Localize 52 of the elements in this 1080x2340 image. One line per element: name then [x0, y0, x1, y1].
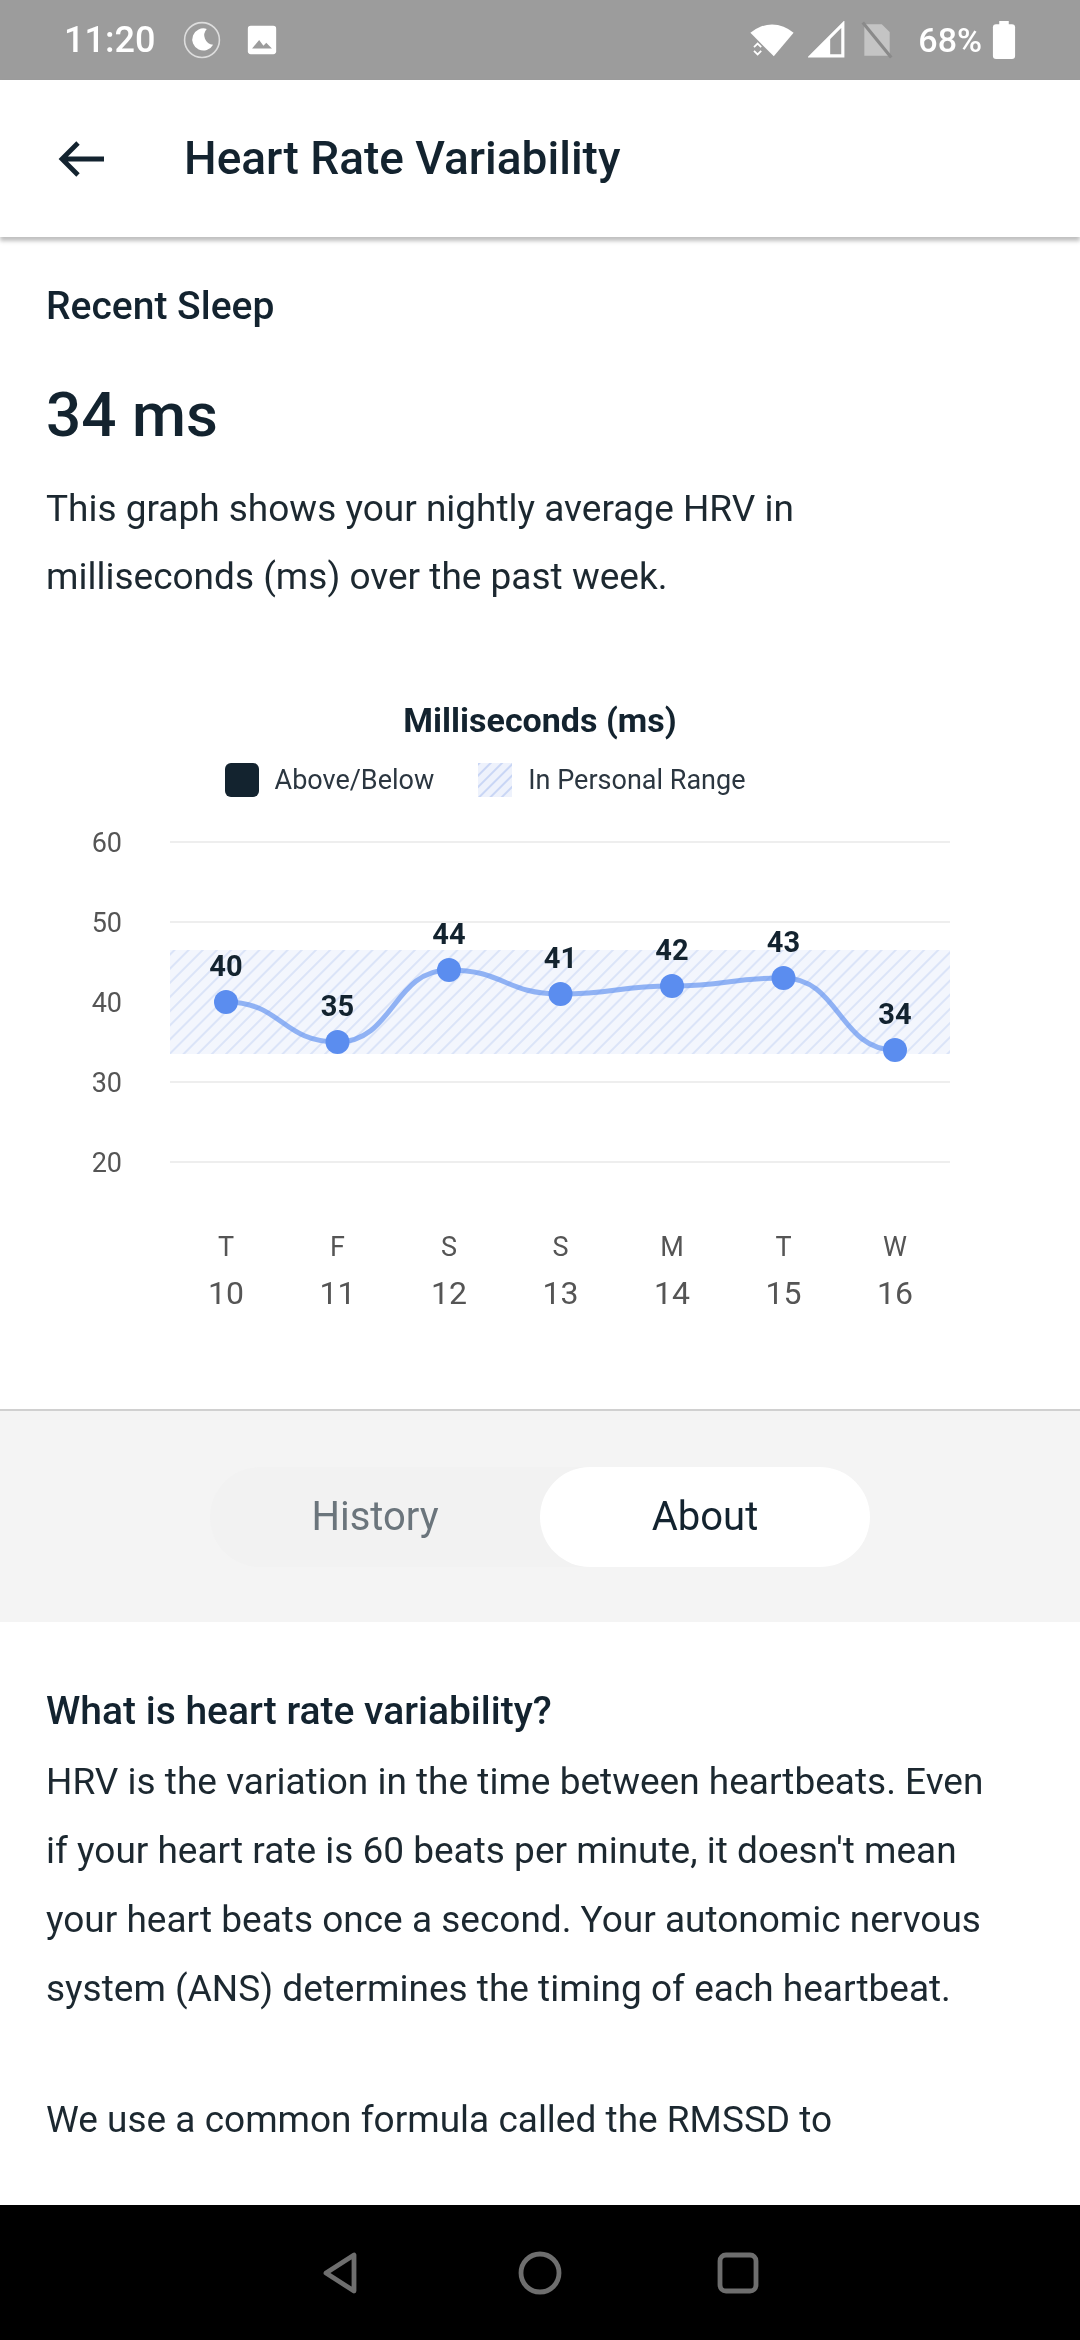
y-axis-label: 40 [91, 987, 122, 1019]
y-axis-label: 20 [91, 1147, 122, 1179]
data-point [883, 1038, 907, 1062]
data-label: 35 [320, 989, 355, 1023]
hrv-value: 34 ms [46, 376, 219, 453]
moon-icon [183, 21, 222, 59]
data-point [437, 958, 461, 982]
no-sim-icon [860, 21, 895, 59]
x-axis-date: 11 [319, 1274, 356, 1312]
chart-description: This graph shows your nightly average HRV in milliseconds (ms) over the past week. [46, 485, 795, 600]
data-label: 42 [655, 933, 689, 967]
x-axis-day: W [883, 1231, 907, 1263]
legend-label: In Personal Range [528, 762, 746, 798]
signal-icon [808, 21, 847, 59]
data-point [214, 990, 238, 1014]
data-label: 34 [878, 997, 912, 1031]
data-label: 43 [766, 925, 801, 959]
data-point [548, 982, 573, 1006]
data-label: 44 [432, 917, 466, 951]
x-axis-date: 12 [431, 1274, 467, 1312]
data-label: 40 [209, 949, 243, 983]
x-axis-day: T [775, 1231, 792, 1263]
data-point [325, 1030, 350, 1054]
x-axis-day: M [660, 1231, 684, 1263]
about-heading: What is heart rate variability? [46, 1687, 553, 1736]
segment-tab[interactable]: About [540, 1466, 870, 1567]
data-point [660, 974, 684, 998]
about-paragraph: HRV is the variation in the time between heartbeats. Even if your heart rate is 60 beats per minute, it doesn't mean your heart beats once a second. Your autonomic nervous system (ANS) determines the timing of each heartbeat. [46, 1758, 985, 2012]
x-axis-date: 16 [877, 1274, 913, 1312]
x-axis-date: 15 [765, 1274, 802, 1312]
x-axis-day: F [330, 1231, 345, 1263]
legend-label: Above/Below [274, 762, 435, 798]
about-paragraph: We use a common formula called the RMSSD to [46, 2096, 834, 2143]
x-axis-day: T [217, 1231, 235, 1263]
data-label: 41 [543, 941, 578, 975]
y-axis-label: 50 [91, 907, 122, 939]
x-axis-date: 10 [208, 1274, 244, 1312]
section-label: Recent Sleep [46, 282, 276, 331]
battery-icon [992, 21, 1016, 59]
chart-title: Milliseconds (ms) [403, 698, 677, 742]
y-axis-label: 60 [91, 827, 122, 859]
y-axis-label: 30 [91, 1067, 122, 1099]
battery-percent: 68% [918, 18, 982, 62]
wifi-icon [750, 22, 795, 58]
x-axis-day: S [441, 1231, 457, 1263]
data-point [771, 966, 796, 990]
x-axis-day: S [552, 1231, 569, 1263]
page-title: Heart Rate Variability [184, 130, 621, 187]
x-axis-date: 14 [654, 1274, 690, 1312]
status-time: 11:20 [64, 18, 156, 63]
x-axis-date: 13 [542, 1274, 579, 1312]
segment-tab[interactable]: History [210, 1466, 540, 1567]
